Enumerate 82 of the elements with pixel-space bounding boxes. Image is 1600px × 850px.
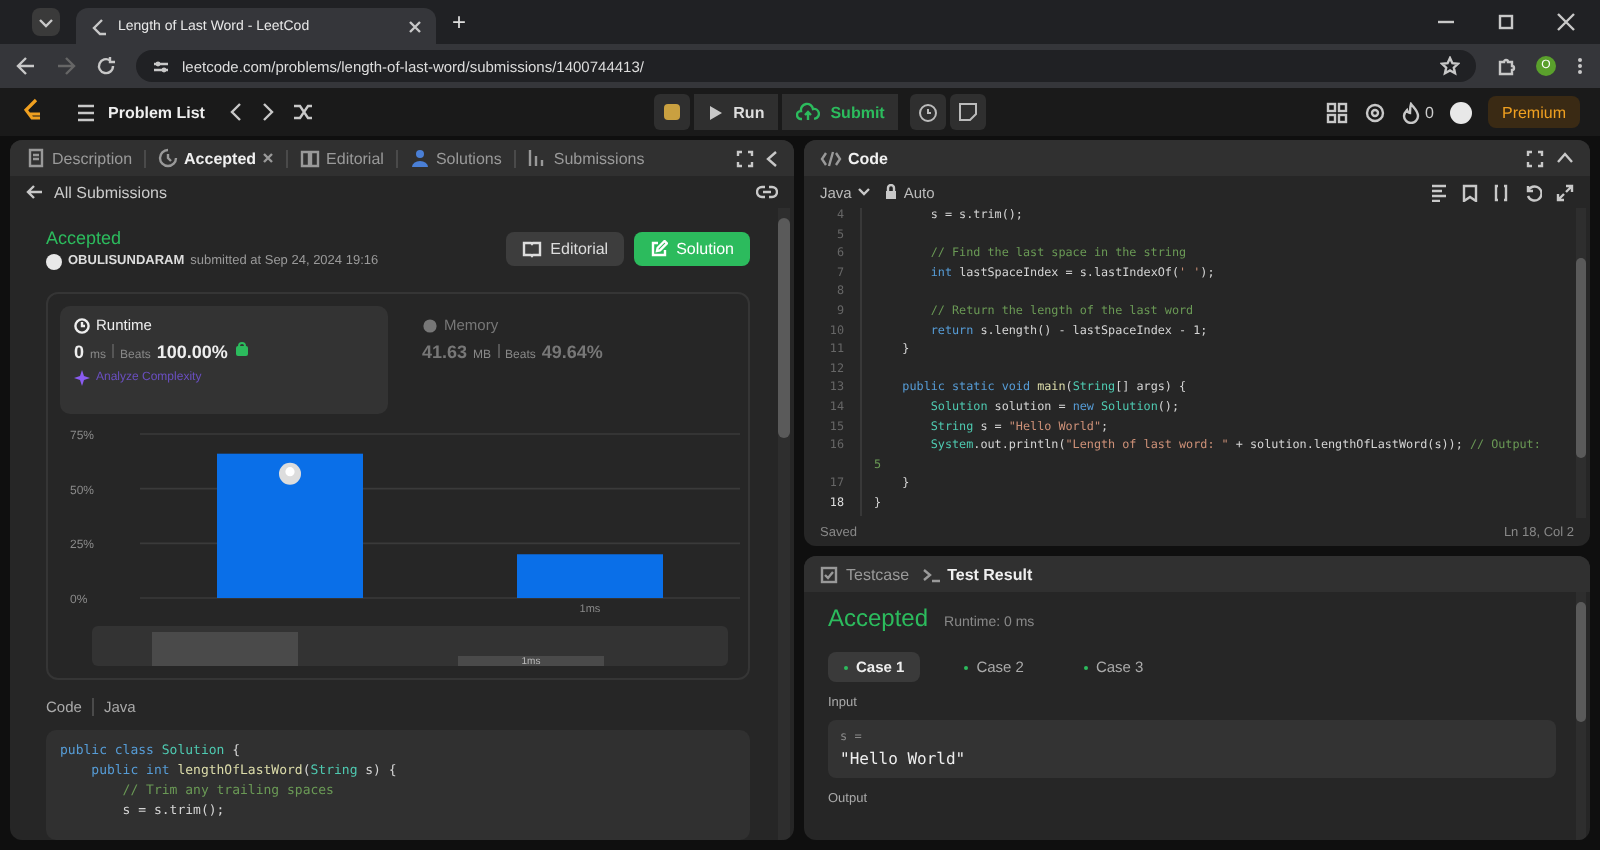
collapse-icon[interactable] [1556, 152, 1574, 164]
problem-list-link[interactable]: Problem List [76, 103, 205, 121]
streak-counter[interactable]: 0 [1401, 101, 1434, 123]
logo-icon[interactable] [20, 98, 44, 126]
note-icon[interactable] [950, 94, 987, 130]
close-icon[interactable] [408, 19, 422, 33]
panel-title: Code [820, 149, 888, 167]
tab-icon [300, 148, 321, 168]
flame-icon [1401, 101, 1420, 123]
close-icon[interactable] [262, 152, 275, 164]
scrollbar[interactable] [778, 208, 790, 840]
tab-icon [409, 148, 430, 168]
maximize-icon[interactable] [1526, 149, 1544, 167]
scrollbar[interactable] [1576, 592, 1586, 840]
site-favicon-icon [90, 17, 108, 35]
code-icon [820, 149, 842, 167]
scrollbar-thumb[interactable] [1576, 258, 1586, 458]
maximize-icon[interactable] [736, 149, 754, 167]
bookmark-star-icon[interactable] [1440, 56, 1460, 76]
user-avatar [46, 253, 62, 269]
tab-list-icon[interactable] [32, 8, 60, 36]
scrollbar[interactable] [1576, 208, 1586, 518]
panel-tab[interactable]: Accepted [158, 148, 275, 168]
panel-tab[interactable]: Submissions [527, 148, 645, 168]
edit-icon [650, 239, 669, 257]
settings-icon[interactable] [1363, 101, 1386, 123]
next-icon[interactable] [260, 102, 277, 122]
variable-value: "Hello World" [840, 750, 968, 768]
braces-icon[interactable] [1492, 183, 1510, 201]
premium-button[interactable]: Premium [1487, 96, 1580, 128]
scrollbar-thumb[interactable] [1576, 602, 1586, 722]
run-button[interactable]: Run [693, 94, 779, 130]
chevron-down-icon [857, 188, 870, 196]
panel-tab[interactable]: Description [26, 148, 133, 168]
close-icon[interactable] [1556, 12, 1576, 32]
list-icon [76, 103, 96, 121]
problem-list-label: Problem List [108, 103, 205, 121]
beats-percentage: 100.00% [156, 342, 228, 362]
restore-icon[interactable] [1496, 12, 1516, 32]
result-status: Accepted [828, 604, 929, 632]
panel-tab[interactable]: Editorial [300, 148, 384, 168]
book-icon [522, 239, 543, 257]
reset-icon[interactable] [1524, 183, 1542, 201]
link-icon[interactable] [756, 184, 778, 200]
grid-icon[interactable] [1325, 101, 1348, 123]
clock-icon [74, 317, 90, 333]
checkbox-icon [820, 565, 840, 583]
stat-value: 41.63 [422, 342, 468, 362]
tab-icon [527, 148, 548, 168]
cloud-upload-icon [796, 102, 821, 122]
beats-percentage: 49.64% [541, 342, 603, 362]
back-icon[interactable] [16, 56, 36, 76]
scrollbar-thumb[interactable] [778, 218, 790, 438]
lock-icon [883, 184, 898, 200]
site-settings-icon [152, 57, 170, 75]
panel-tab[interactable]: Testcase [820, 565, 910, 583]
previous-icon[interactable] [228, 102, 245, 122]
tab-icon [26, 148, 46, 168]
terminal-icon [921, 565, 942, 583]
user-avatar[interactable] [1449, 101, 1472, 123]
alarm-icon[interactable] [910, 94, 947, 130]
bookmark-icon[interactable] [1462, 183, 1478, 201]
editorial-button[interactable]: Editorial [506, 231, 625, 265]
play-icon [707, 103, 724, 121]
tab-icon [158, 148, 179, 168]
all-submissions-link[interactable]: All Submissions [26, 183, 167, 201]
back-arrow-icon [26, 184, 44, 200]
more-icon[interactable] [1576, 56, 1584, 76]
extensions-icon[interactable] [1496, 56, 1516, 76]
expand-icon[interactable] [1556, 183, 1574, 201]
shuffle-icon[interactable] [292, 102, 315, 122]
user-avatar-icon [279, 462, 301, 485]
reload-icon[interactable] [96, 56, 116, 76]
sparkle-icon [74, 370, 90, 386]
collapse-icon[interactable] [766, 149, 778, 167]
panel-tab[interactable]: Test Result [921, 565, 1033, 583]
new-tab-button[interactable]: + [452, 8, 467, 36]
submission-status: Accepted [46, 227, 124, 247]
panel-tab[interactable]: Solutions [409, 148, 502, 168]
format-icon[interactable] [1430, 183, 1448, 201]
stat-value: 0 [74, 342, 85, 362]
submit-button[interactable]: Submit [782, 94, 899, 130]
